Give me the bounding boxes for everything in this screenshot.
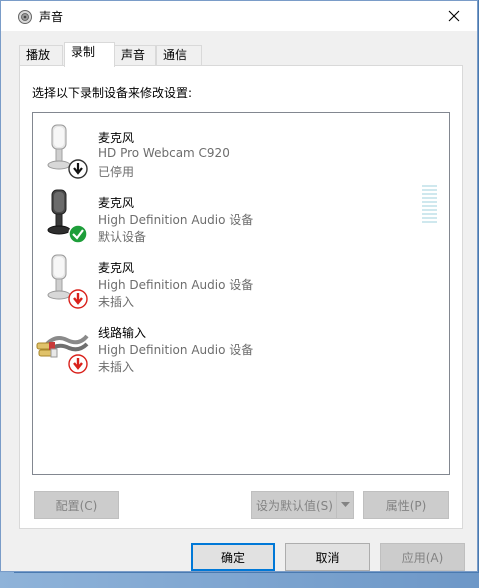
ok-button[interactable]: 确定 xyxy=(191,543,275,571)
recording-device-list[interactable]: 麦克风 HD Pro Webcam C920 已停用 麦克风 High Defi… xyxy=(32,112,450,475)
set-default-label: 设为默认值(S) xyxy=(256,498,333,513)
device-name: 麦克风 xyxy=(98,196,135,210)
device-description: High Definition Audio 设备 xyxy=(98,278,254,292)
default-check-icon xyxy=(68,224,88,247)
device-status: 未插入 xyxy=(98,295,135,309)
device-name: 麦克风 xyxy=(98,261,135,275)
tab-sounds[interactable]: 声音 xyxy=(114,45,156,66)
device-name: 线路输入 xyxy=(98,326,147,340)
apply-button[interactable]: 应用(A) xyxy=(380,543,465,571)
device-status: 未插入 xyxy=(98,360,135,374)
title-bar[interactable]: 声音 xyxy=(1,1,477,31)
close-icon xyxy=(448,10,460,22)
instruction-text: 选择以下录制设备来修改设置: xyxy=(32,86,193,100)
recording-tab-panel: 选择以下录制设备来修改设置: 麦克风 HD Pro Webcam C920 已停… xyxy=(19,65,463,529)
unplugged-down-arrow-icon xyxy=(68,289,88,312)
device-item-webcam-microphone[interactable]: 麦克风 HD Pro Webcam C920 已停用 xyxy=(33,119,449,181)
device-description: High Definition Audio 设备 xyxy=(98,343,254,357)
chevron-down-icon[interactable] xyxy=(336,492,353,518)
device-item-line-in[interactable]: 线路输入 High Definition Audio 设备 未插入 xyxy=(33,314,449,376)
input-level-meter xyxy=(422,185,437,227)
cancel-button[interactable]: 取消 xyxy=(285,543,370,571)
device-status: 默认设备 xyxy=(98,230,147,244)
disabled-down-arrow-icon xyxy=(68,159,88,182)
tab-communications[interactable]: 通信 xyxy=(156,45,202,66)
device-description: HD Pro Webcam C920 xyxy=(98,146,230,160)
properties-button[interactable]: 属性(P) xyxy=(363,491,449,519)
device-description: High Definition Audio 设备 xyxy=(98,213,254,227)
window-title: 声音 xyxy=(39,10,64,24)
configure-button[interactable]: 配置(C) xyxy=(34,491,119,519)
unplugged-down-arrow-icon xyxy=(68,354,88,377)
device-item-microphone-unplugged[interactable]: 麦克风 High Definition Audio 设备 未插入 xyxy=(33,249,449,311)
device-name: 麦克风 xyxy=(98,131,135,145)
tab-playback[interactable]: 播放 xyxy=(19,45,63,66)
device-status: 已停用 xyxy=(98,165,135,179)
close-button[interactable] xyxy=(431,1,477,31)
speaker-app-icon xyxy=(17,9,33,25)
device-item-default-microphone[interactable]: 麦克风 High Definition Audio 设备 默认设备 xyxy=(33,184,449,246)
set-default-button[interactable]: 设为默认值(S) xyxy=(251,491,354,519)
tab-recording[interactable]: 录制 xyxy=(64,42,115,67)
sound-dialog: 声音 播放 录制 声音 通信 选择以下录制设备来修改设置: 麦克风 HD Pro… xyxy=(0,0,478,572)
desktop-background-bottom xyxy=(0,573,479,588)
